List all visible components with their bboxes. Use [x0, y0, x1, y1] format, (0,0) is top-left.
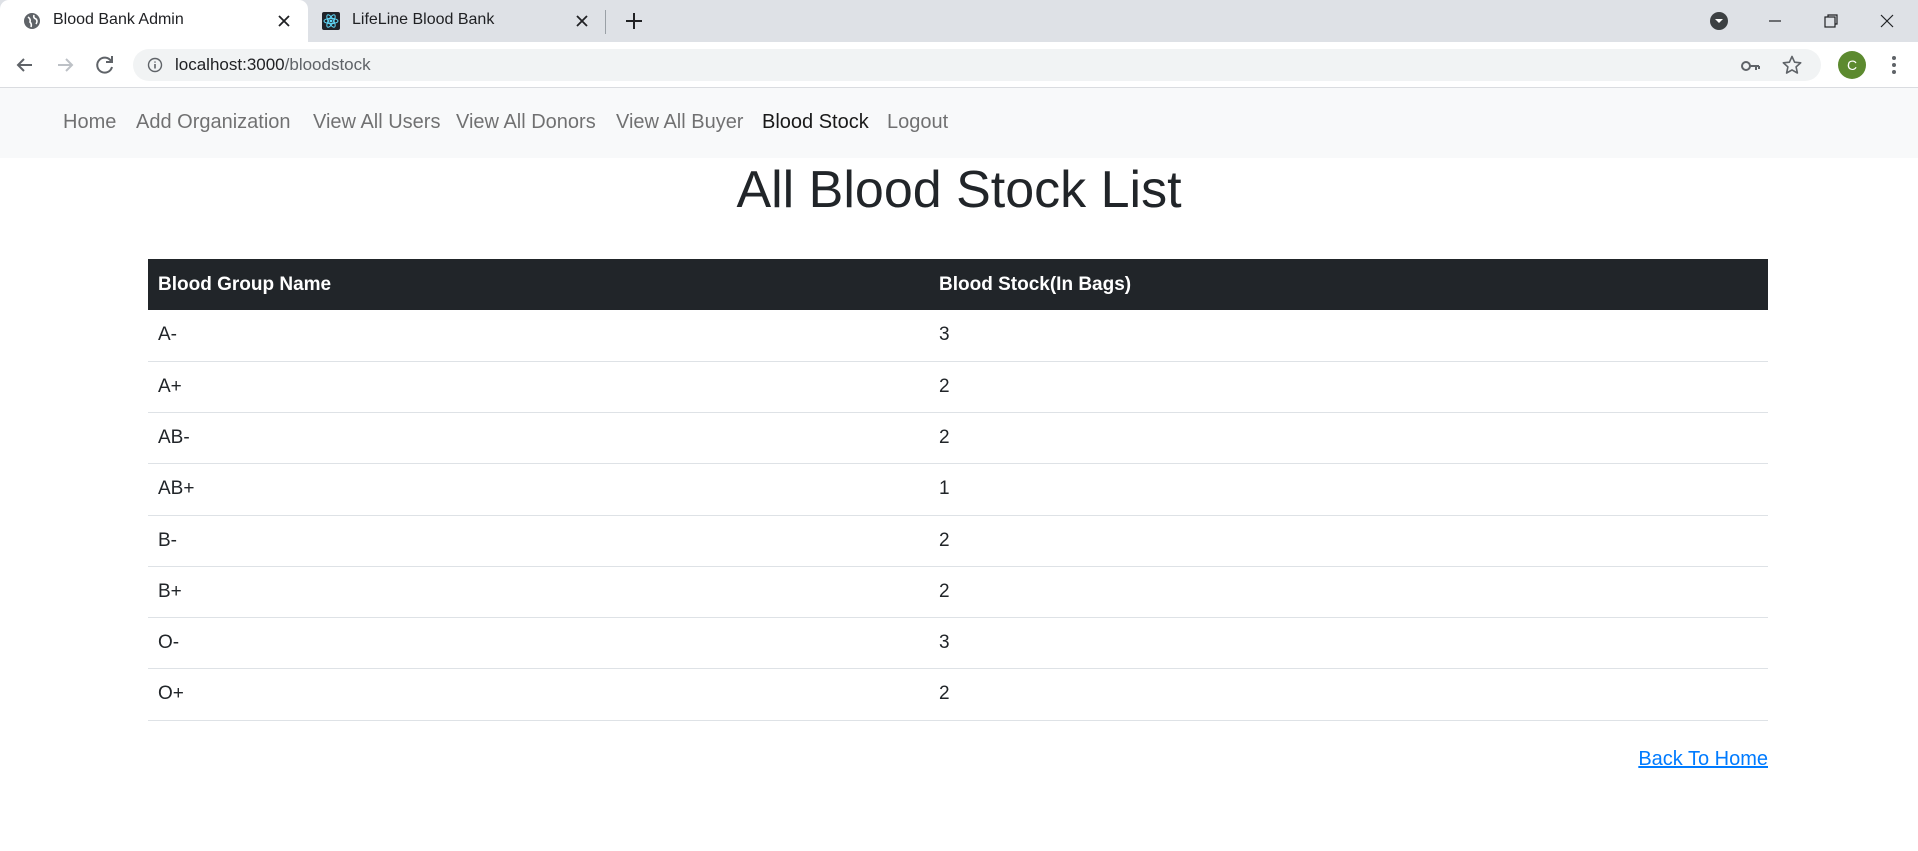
- page-title: All Blood Stock List: [736, 161, 1182, 219]
- blood-group-cell: A-: [148, 310, 929, 362]
- column-header-blood-stock: Blood Stock(In Bags): [929, 259, 1768, 310]
- stock-count-cell: 2: [929, 566, 1768, 619]
- more-menu-icon[interactable]: [1882, 52, 1906, 78]
- tab-title: LifeLine Blood Bank: [352, 11, 495, 28]
- nav-view-all-donors-link[interactable]: View All Donors: [456, 111, 596, 134]
- tab-search-icon[interactable]: [1708, 10, 1730, 32]
- new-tab-icon[interactable]: [622, 9, 646, 33]
- restore-button[interactable]: [1803, 0, 1859, 42]
- table-row: O- 3: [148, 617, 1768, 670]
- tab-separator: [605, 10, 606, 34]
- close-icon: [1880, 14, 1894, 28]
- site-navbar: Home Add Organization View All Users Vie…: [0, 88, 1918, 158]
- blood-group-cell: B-: [148, 515, 929, 567]
- blood-group-cell: AB+: [148, 463, 929, 516]
- tab-title: Blood Bank Admin: [53, 11, 184, 28]
- minimize-icon: [1769, 20, 1781, 22]
- table-row: AB- 2: [148, 412, 1768, 465]
- browser-toolbar: localhost:3000/bloodstock C: [0, 42, 1918, 88]
- site-info-icon[interactable]: [147, 57, 163, 73]
- column-header-blood-group: Blood Group Name: [148, 259, 929, 310]
- table-row: A- 3: [148, 310, 1768, 362]
- nav-logout-link[interactable]: Logout: [887, 111, 948, 134]
- close-window-button[interactable]: [1859, 0, 1915, 42]
- bookmark-star-icon[interactable]: [1781, 54, 1803, 76]
- restore-icon: [1824, 14, 1838, 28]
- nav-view-all-buyer-link[interactable]: View All Buyer: [616, 111, 743, 134]
- close-tab-icon[interactable]: [274, 11, 294, 31]
- stock-count-cell: 3: [929, 310, 1768, 362]
- table-row: O+ 2: [148, 668, 1768, 721]
- stock-count-cell: 2: [929, 361, 1768, 414]
- blood-group-cell: B+: [148, 566, 929, 619]
- nav-add-organization-link[interactable]: Add Organization: [136, 111, 291, 134]
- url-text: localhost:3000/bloodstock: [175, 55, 371, 75]
- stock-count-cell: 2: [929, 668, 1768, 721]
- blood-group-cell: O-: [148, 617, 929, 670]
- url-path: /bloodstock: [284, 55, 371, 74]
- browser-tab-blood-bank-admin[interactable]: Blood Bank Admin: [0, 0, 308, 42]
- table-header-row: Blood Group Name Blood Stock(In Bags): [148, 259, 1768, 310]
- table-row: B- 2: [148, 515, 1768, 567]
- close-tab-icon[interactable]: [572, 11, 592, 31]
- forward-arrow-icon[interactable]: [52, 52, 78, 78]
- stock-count-cell: 3: [929, 617, 1768, 670]
- back-to-home-link[interactable]: Back To Home: [1638, 748, 1768, 771]
- blood-group-cell: O+: [148, 668, 929, 721]
- nav-blood-stock-link[interactable]: Blood Stock: [762, 111, 869, 134]
- minimize-button[interactable]: [1747, 0, 1803, 42]
- key-icon[interactable]: [1739, 55, 1761, 77]
- table-row: B+ 2: [148, 566, 1768, 619]
- blood-stock-table: Blood Group Name Blood Stock(In Bags) A-…: [148, 259, 1768, 721]
- stock-count-cell: 2: [929, 515, 1768, 567]
- blood-group-cell: AB-: [148, 412, 929, 465]
- browser-tab-strip: Blood Bank Admin LifeLine Blood Bank: [0, 0, 1918, 42]
- react-logo-icon: [322, 12, 340, 30]
- back-arrow-icon[interactable]: [12, 52, 38, 78]
- stock-count-cell: 2: [929, 412, 1768, 465]
- nav-home-link[interactable]: Home: [63, 111, 116, 134]
- browser-tab-lifeline-blood-bank[interactable]: LifeLine Blood Bank: [308, 0, 606, 42]
- stock-count-cell: 1: [929, 463, 1768, 516]
- url-host: localhost:3000: [175, 55, 285, 74]
- address-bar[interactable]: localhost:3000/bloodstock: [133, 49, 1821, 81]
- globe-icon: [24, 13, 40, 29]
- profile-avatar[interactable]: C: [1838, 51, 1866, 79]
- nav-view-all-users-link[interactable]: View All Users: [313, 111, 440, 134]
- reload-icon[interactable]: [92, 52, 118, 78]
- table-row: AB+ 1: [148, 463, 1768, 516]
- table-row: A+ 2: [148, 361, 1768, 414]
- blood-group-cell: A+: [148, 361, 929, 414]
